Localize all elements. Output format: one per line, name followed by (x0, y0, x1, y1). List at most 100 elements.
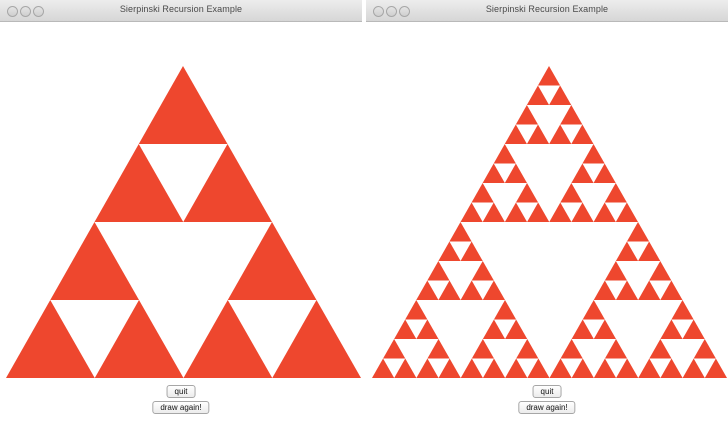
filled-triangle (604, 261, 627, 281)
filled-triangle (593, 202, 616, 222)
filled-triangle (505, 319, 528, 339)
filled-triangle (649, 339, 672, 359)
filled-triangle (660, 358, 683, 378)
filled-triangle (438, 358, 461, 378)
filled-triangle (471, 339, 494, 359)
filled-triangle (638, 358, 661, 378)
filled-triangle (638, 280, 661, 300)
sierpinski-canvas (6, 66, 361, 378)
filled-triangle (405, 300, 428, 320)
filled-triangle (549, 202, 572, 222)
filled-triangle (94, 300, 184, 378)
filled-triangle (704, 358, 727, 378)
filled-triangle (615, 202, 638, 222)
draw-again-button[interactable]: draw again! (518, 401, 576, 414)
window-title: Sierpinski Recursion Example (485, 4, 609, 14)
filled-triangle (516, 339, 539, 359)
filled-triangle (526, 124, 550, 144)
filled-triangle (526, 85, 550, 105)
filled-triangle (615, 280, 639, 300)
filled-triangle (50, 222, 139, 300)
filled-triangle (593, 163, 616, 183)
filled-triangle (438, 280, 461, 300)
window-right: Sierpinski Recursion Example quit draw a… (366, 0, 728, 429)
filled-triangle (571, 358, 594, 378)
filled-triangle (560, 183, 583, 203)
filled-triangle (604, 183, 627, 203)
filled-triangle (471, 183, 494, 203)
filled-triangle (372, 358, 395, 378)
filled-triangle (527, 202, 550, 222)
filled-triangle (482, 319, 506, 339)
filled-triangle (515, 105, 538, 125)
filled-triangle (227, 222, 317, 300)
filled-triangle (493, 144, 516, 164)
filled-triangle (571, 163, 594, 183)
filled-triangle (527, 358, 550, 378)
filled-triangle (6, 300, 95, 378)
filled-triangle (582, 300, 605, 320)
filled-triangle (416, 280, 439, 300)
filled-triangle (660, 280, 683, 300)
filled-triangle (383, 339, 406, 359)
filled-triangle (504, 202, 528, 222)
filled-triangle (460, 358, 483, 378)
filled-triangle (460, 202, 483, 222)
filled-triangle (682, 358, 705, 378)
filled-triangle (560, 339, 583, 359)
filled-triangle (693, 339, 716, 359)
filled-triangle (604, 339, 628, 359)
filled-triangle (449, 222, 472, 242)
filled-triangle (626, 222, 650, 242)
filled-triangle (537, 66, 561, 86)
filled-triangle (505, 358, 528, 378)
filled-triangle (482, 280, 505, 300)
filled-triangle (649, 261, 672, 281)
filled-triangle (482, 202, 505, 222)
filled-triangle (416, 358, 439, 378)
quit-button[interactable]: quit (532, 385, 562, 398)
filled-triangle (549, 358, 572, 378)
filled-triangle (482, 163, 505, 183)
quit-button[interactable]: quit (166, 385, 196, 398)
filled-triangle (616, 358, 639, 378)
filled-triangle (515, 183, 539, 203)
filled-triangle (460, 280, 483, 300)
filled-triangle (560, 105, 583, 125)
title-bar[interactable]: Sierpinski Recursion Example (366, 0, 728, 22)
filled-triangle (571, 202, 594, 222)
filled-triangle (493, 300, 517, 320)
sierpinski-canvas (372, 66, 727, 378)
filled-triangle (471, 261, 494, 281)
filled-triangle (427, 339, 450, 359)
filled-triangle (593, 358, 617, 378)
filled-triangle (593, 319, 616, 339)
draw-again-button[interactable]: draw again! (152, 401, 210, 414)
filled-triangle (593, 280, 616, 300)
filled-triangle (482, 358, 506, 378)
filled-triangle (416, 319, 439, 339)
filled-triangle (660, 319, 683, 339)
window-left: Sierpinski Recursion Example quit draw a… (0, 0, 362, 429)
filled-triangle (682, 319, 705, 339)
window-title: Sierpinski Recursion Example (119, 4, 243, 14)
filled-triangle (549, 85, 572, 105)
filled-triangle (571, 319, 594, 339)
filled-triangle (582, 144, 605, 164)
filled-triangle (394, 319, 417, 339)
filled-triangle (549, 124, 572, 144)
filled-triangle (504, 163, 527, 183)
filled-triangle (94, 144, 184, 222)
title-bar[interactable]: Sierpinski Recursion Example (0, 0, 362, 22)
filled-triangle (138, 66, 228, 144)
filled-triangle (183, 300, 273, 378)
filled-triangle (272, 300, 361, 378)
filled-triangle (615, 241, 639, 261)
filled-triangle (571, 124, 594, 144)
filled-triangle (460, 241, 483, 261)
filled-triangle (638, 241, 661, 261)
filled-triangle (438, 241, 461, 261)
filled-triangle (671, 300, 694, 320)
filled-triangle (183, 144, 272, 222)
filled-triangle (504, 124, 527, 144)
